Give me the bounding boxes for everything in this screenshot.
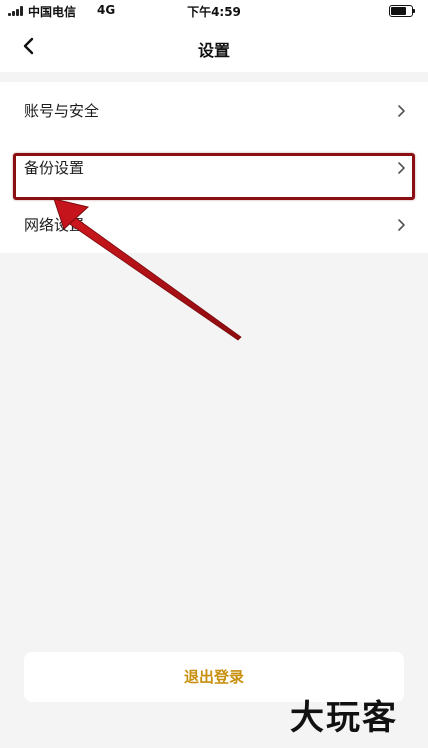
clock: 下午4:59 [187,5,241,19]
settings-item-label: 账号与安全 [24,102,100,120]
settings-list: 账号与安全 备份设置 网络设置 [0,82,428,253]
settings-item-label: 备份设置 [24,159,85,177]
logout-button[interactable]: 退出登录 [24,652,404,702]
nav-bar: 设置 [0,22,428,72]
settings-item-backup[interactable]: 备份设置 [0,139,428,196]
settings-item-network[interactable]: 网络设置 [0,196,428,253]
chevron-right-icon [398,105,405,117]
chevron-right-icon [398,219,405,231]
status-bar: 中国电信 4G 下午4:59 [0,0,428,22]
page-title: 设置 [197,41,230,60]
battery-icon [389,5,415,17]
watermark-logo: 大玩客 [290,698,398,738]
settings-item-account-security[interactable]: 账号与安全 [0,82,428,139]
settings-item-label: 网络设置 [24,216,85,234]
chevron-right-icon [398,162,405,174]
